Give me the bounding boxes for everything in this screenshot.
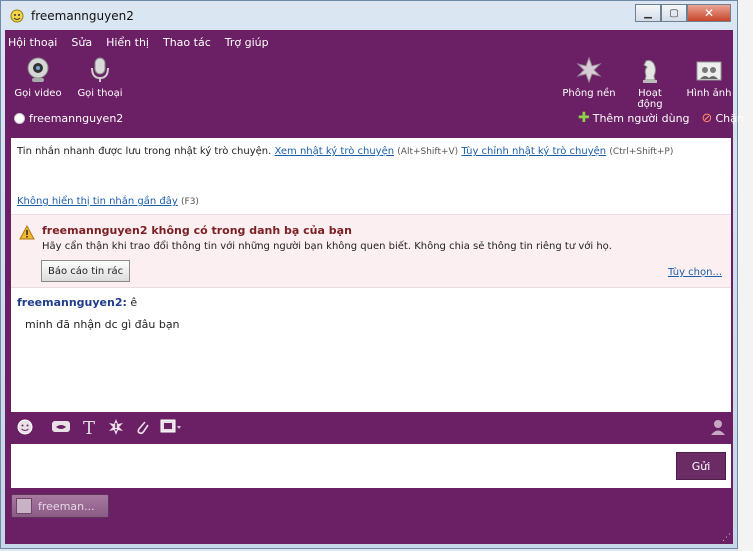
activity-label: Hoạt động: [637, 88, 663, 110]
block-label: Chặn: [715, 111, 744, 125]
plus-icon: ✚: [578, 110, 590, 126]
contact-details-button[interactable]: [707, 418, 727, 438]
audible-button[interactable]: [51, 418, 71, 438]
messenger-icon: [9, 8, 25, 24]
maximize-button[interactable]: ▢: [661, 4, 687, 22]
message-input[interactable]: Gửi: [11, 444, 731, 488]
photos-icon: [695, 56, 723, 84]
microphone-icon: [86, 56, 114, 84]
message-header: freemannguyen2: ê: [17, 296, 137, 309]
window-title: freemannguyen2: [31, 9, 134, 23]
block-button[interactable]: ⊘ Chặn: [702, 111, 744, 126]
menu-actions[interactable]: Thao tác: [163, 36, 211, 49]
hide-recent-row: Không hiển thị tin nhắn gần đây (F3): [17, 196, 199, 207]
buzz-button[interactable]: [106, 418, 126, 438]
attach-button[interactable]: [132, 418, 152, 438]
webcam-icon: [24, 56, 52, 84]
view-log-shortcut: (Alt+Shift+V): [397, 147, 459, 157]
text-format-icon: T: [82, 417, 95, 439]
message-sender: freemannguyen2:: [17, 296, 127, 309]
conversation-tab-label: freeman...: [38, 499, 95, 513]
hide-recent-shortcut: (F3): [181, 197, 199, 207]
menu-conversation[interactable]: Hội thoại: [8, 36, 57, 49]
contact-status-row: freemannguyen2: [14, 112, 123, 125]
view-log-link[interactable]: Xem nhật ký trò chuyện: [274, 146, 394, 157]
send-button[interactable]: Gửi: [676, 452, 726, 480]
menu-view[interactable]: Hiển thị: [106, 36, 149, 49]
hide-recent-link[interactable]: Không hiển thị tin nhắn gần đây: [17, 196, 178, 207]
conversation-pane: Tin nhắn nhanh được lưu trong nhật ký tr…: [11, 138, 731, 412]
composer-toolbar: T: [13, 416, 733, 440]
share-photos-button[interactable]: [159, 418, 185, 438]
add-user-label: Thêm người dùng: [592, 111, 690, 125]
voice-call-button[interactable]: Gọi thoại: [76, 56, 124, 99]
options-link[interactable]: Tùy chọn...: [668, 267, 722, 278]
menu-edit[interactable]: Sửa: [71, 36, 92, 49]
minimize-button[interactable]: ▁: [635, 4, 661, 22]
close-button[interactable]: ✕: [687, 4, 731, 22]
pictures-label: Hình ảnh: [686, 88, 732, 99]
contact-name[interactable]: freemannguyen2: [29, 112, 123, 125]
voice-call-label: Gọi thoại: [77, 88, 123, 99]
warning-title: freemannguyen2 không có trong danh bạ củ…: [42, 224, 352, 237]
activity-button[interactable]: Hoạt động: [624, 56, 676, 110]
pictures-button[interactable]: Hình ảnh: [686, 56, 732, 99]
title-bar: freemannguyen2 ▁ ▢ ✕: [1, 1, 737, 31]
background-button[interactable]: Phông nền: [562, 56, 616, 99]
block-icon: ⊘: [701, 110, 713, 126]
lips-icon: [51, 419, 71, 438]
conversation-tab[interactable]: freeman...: [11, 494, 109, 518]
resize-grip-icon[interactable]: ⋰: [722, 533, 731, 543]
paperclip-icon: [134, 418, 150, 439]
menu-help[interactable]: Trợ giúp: [225, 36, 269, 49]
font-button[interactable]: T: [79, 417, 99, 439]
status-dot-icon: [14, 113, 25, 124]
custom-log-shortcut: (Ctrl+Shift+P): [609, 147, 674, 157]
message-text: minh đã nhận dc gì đâu bạn: [25, 318, 180, 331]
archive-notice: Tin nhắn nhanh được lưu trong nhật ký tr…: [17, 146, 673, 157]
photo-share-icon: [160, 418, 184, 439]
unknown-contact-warning: freemannguyen2 không có trong danh bạ củ…: [11, 214, 731, 288]
warning-text: Hãy cẩn thận khi trao đổi thông tin với …: [42, 241, 612, 252]
background-icon: [575, 56, 603, 84]
buzz-icon: [107, 418, 125, 439]
smiley-icon: [16, 418, 34, 439]
message-first-text: ê: [130, 296, 138, 309]
close-icon: ✕: [703, 6, 715, 20]
archive-notice-text: Tin nhắn nhanh được lưu trong nhật ký tr…: [17, 146, 272, 157]
menu-bar: Hội thoại Sửa Hiển thị Thao tác Trợ giúp: [8, 36, 269, 49]
maximize-icon: ▢: [669, 7, 679, 19]
chess-knight-icon: [636, 56, 664, 84]
add-user-button[interactable]: ✚ Thêm người dùng: [578, 110, 690, 126]
person-icon: [708, 418, 726, 439]
warning-icon: [19, 224, 35, 243]
report-spam-button[interactable]: Báo cáo tin rác: [41, 260, 131, 282]
emoticon-button[interactable]: [15, 418, 35, 438]
custom-log-link[interactable]: Tùy chỉnh nhật ký trò chuyện: [461, 146, 606, 157]
background-label: Phông nền: [562, 88, 616, 99]
background-window: [738, 0, 753, 551]
contact-avatar-icon: [16, 498, 32, 514]
contact-actions: ✚ Thêm người dùng ⊘ Chặn: [578, 110, 744, 126]
video-call-label: Gọi video: [14, 88, 62, 99]
video-call-button[interactable]: Gọi video: [14, 56, 62, 99]
minimize-icon: ▁: [644, 7, 652, 19]
